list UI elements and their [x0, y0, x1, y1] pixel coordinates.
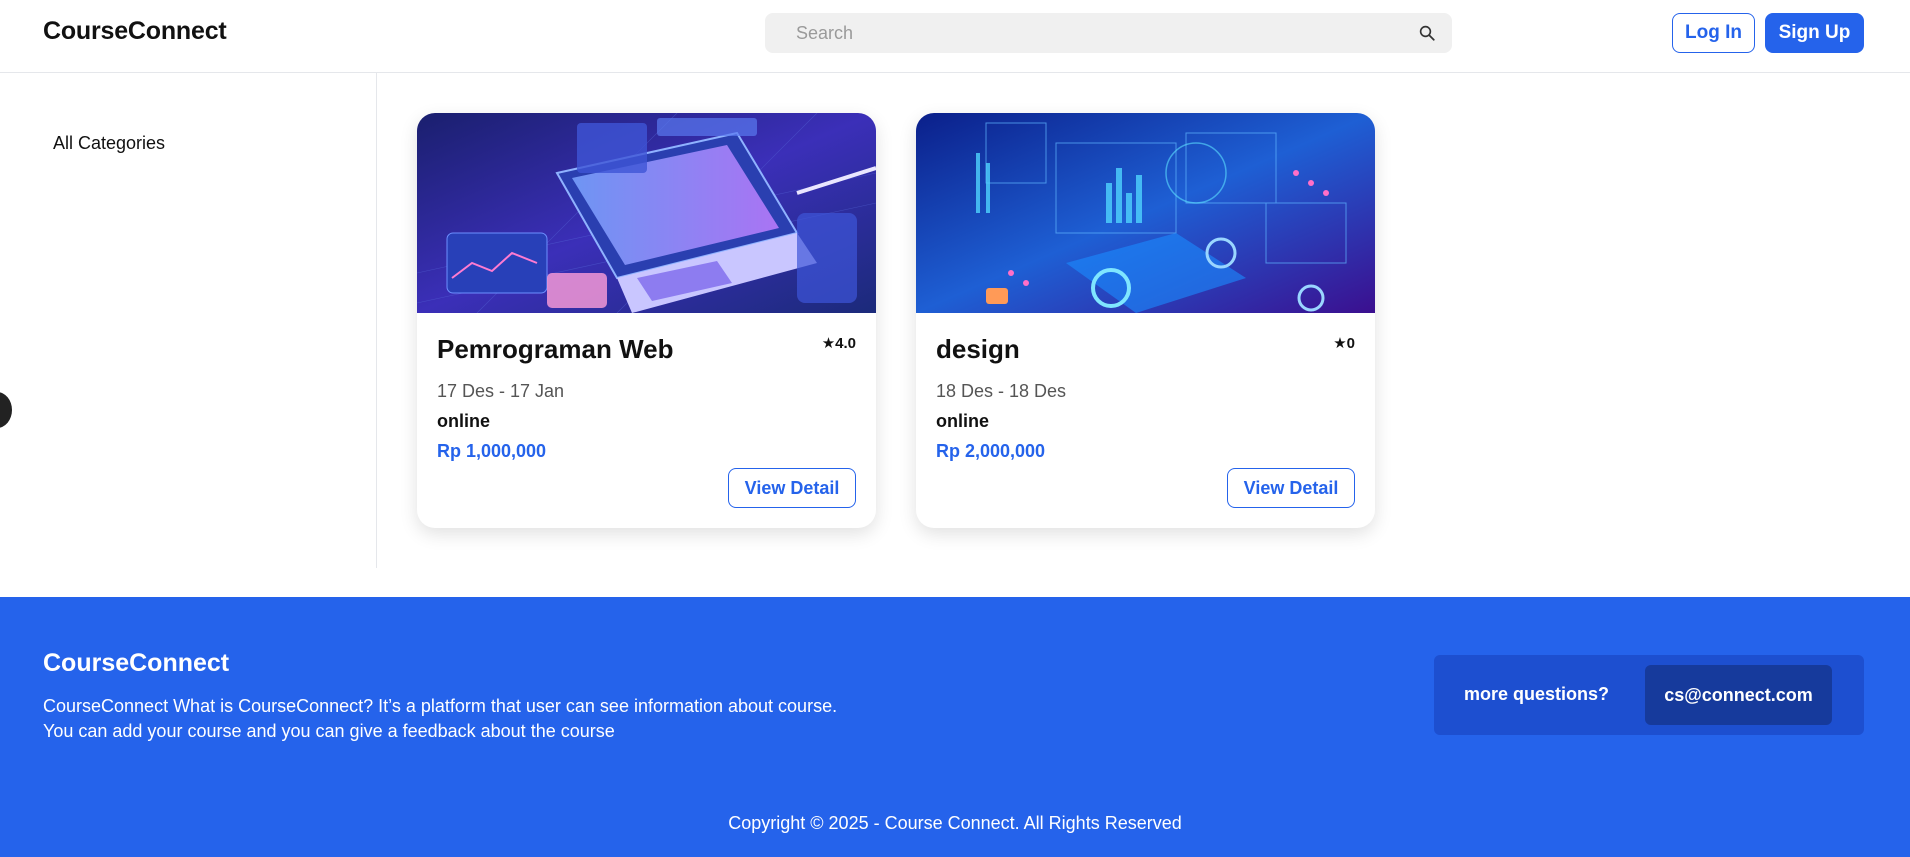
course-mode: online: [936, 411, 989, 431]
footer-description-line2: You can add your course and you can give…: [43, 721, 615, 741]
top-navbar: CourseConnect Search Log In Sign Up: [0, 0, 1910, 73]
sidebar-item-all-categories[interactable]: All Categories: [53, 133, 165, 154]
search-input[interactable]: Search: [796, 23, 853, 44]
course-dates: 18 Des - 18 Des: [936, 381, 1067, 401]
view-detail-button[interactable]: View Detail: [1227, 468, 1355, 508]
contact-box: more questions? cs@connect.com: [1434, 655, 1864, 735]
search-icon[interactable]: [1418, 24, 1436, 42]
course-price: Rp 1,000,000: [437, 441, 547, 461]
course-card: Pemrograman Web ★4.0 17 Des - 17 Jan onl…: [417, 113, 876, 528]
course-rating: ★0: [1333, 335, 1355, 352]
course-mode: online: [437, 411, 490, 431]
course-dates: 17 Des - 17 Jan: [437, 381, 565, 401]
site-logo[interactable]: CourseConnect: [43, 17, 227, 46]
site-footer: CourseConnect CourseConnect What is Cour…: [0, 597, 1910, 857]
contact-email-link[interactable]: cs@connect.com: [1645, 665, 1832, 725]
course-title: design: [936, 334, 1020, 364]
course-image-design: [916, 113, 1375, 313]
course-rating: ★4.0: [821, 335, 856, 352]
login-button[interactable]: Log In: [1672, 13, 1755, 53]
course-price: Rp 2,000,000: [936, 441, 1046, 461]
footer-description: CourseConnect What is CourseConnect? It’…: [43, 694, 943, 744]
footer-brand: CourseConnect: [43, 649, 230, 677]
course-card: design ★0 18 Des - 18 Des online Rp 2,00…: [916, 113, 1375, 528]
footer-description-line1: CourseConnect What is CourseConnect? It’…: [43, 696, 838, 716]
copyright-text: Copyright © 2025 - Course Connect. All R…: [728, 813, 1182, 833]
course-title: Pemrograman Web: [437, 334, 674, 364]
view-detail-button[interactable]: View Detail: [728, 468, 856, 508]
course-image-laptop: [417, 113, 876, 313]
search-bar[interactable]: Search: [765, 13, 1452, 53]
contact-label: more questions?: [1464, 684, 1610, 704]
category-sidebar: All Categories: [0, 73, 377, 568]
signup-button[interactable]: Sign Up: [1765, 13, 1864, 53]
